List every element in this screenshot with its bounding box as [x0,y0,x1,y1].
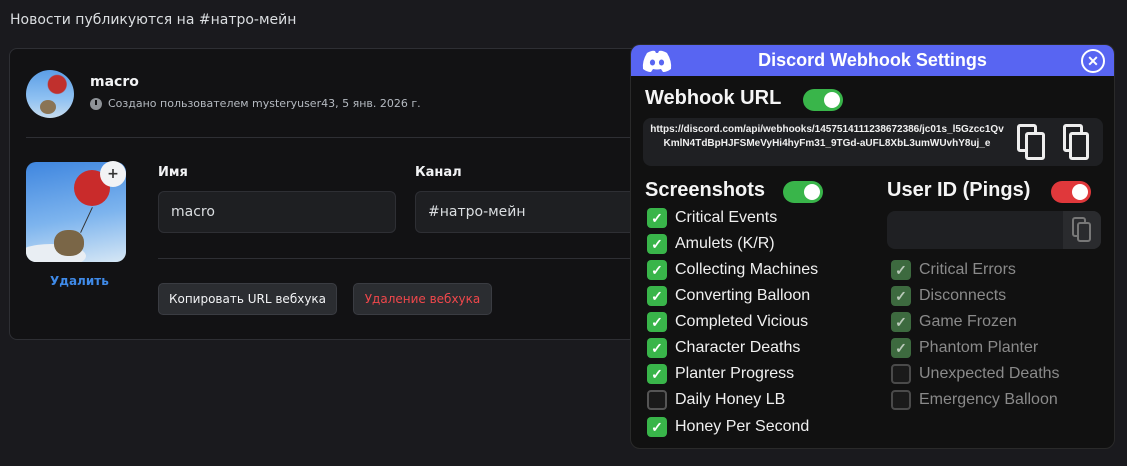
delete-webhook-button[interactable]: Удаление вебхука [353,283,492,315]
checkbox[interactable]: ✓ [891,260,911,280]
copy-webhook-url-button[interactable]: Копировать URL вебхука [158,283,337,315]
channel-select-value: #натро-мейн [428,204,526,220]
option-label: Game Frozen [919,313,1017,330]
webhook-avatar [26,70,74,118]
checkbox[interactable]: ✓ [891,286,911,306]
option-label: Planter Progress [675,365,795,382]
option-label: Honey Per Second [675,418,810,435]
user-id-toggle[interactable] [1051,181,1091,203]
user-id-input[interactable] [887,211,1101,249]
option-label: Critical Events [675,209,778,226]
screenshot-option[interactable]: ✓ Character Deaths [647,338,800,358]
screenshots-heading: Screenshots [645,179,766,201]
discord-icon [642,50,672,72]
screenshot-option[interactable]: ✓ Amulets (K/R) [647,234,775,254]
name-input[interactable]: macro [158,191,396,233]
ping-option[interactable]: ✓ Critical Errors [891,260,1016,280]
paste-icon[interactable] [1061,124,1095,162]
webhook-url-box: https://discord.com/api/webhooks/1457514… [643,118,1103,166]
name-label: Имя [158,165,188,180]
checkbox[interactable]: ✓ [891,312,911,332]
checkbox[interactable]: ✓ [647,417,667,437]
paste-icon [1072,217,1094,243]
webhook-card: macro Создано пользователем mysteryuser4… [9,48,699,340]
option-label: Collecting Machines [675,261,819,278]
option-label: Emergency Balloon [919,391,1058,408]
channel-label: Канал [415,165,462,180]
name-input-value: macro [171,204,215,220]
channel-select[interactable]: #натро-мейн [415,191,645,233]
webhook-name: macro [90,74,139,90]
close-icon[interactable]: ✕ [1081,49,1105,73]
checkbox[interactable]: ✓ [891,338,911,358]
checkbox[interactable]: ✓ [647,208,667,228]
option-label: Critical Errors [919,261,1016,278]
checkbox[interactable]: ✓ [647,286,667,306]
option-label: Amulets (K/R) [675,235,775,252]
panel-title: Discord Webhook Settings [758,50,987,70]
copy-icon[interactable] [1017,124,1051,162]
webhook-url-toggle[interactable] [803,89,843,111]
discord-webhook-settings-panel: Discord Webhook Settings ✕ Webhook URL h… [630,44,1115,449]
screenshot-option[interactable]: ✓ Critical Events [647,208,777,228]
checkbox[interactable]: ✓ [647,312,667,332]
option-label: Daily Honey LB [675,391,786,408]
ping-option[interactable]: ✓ Game Frozen [891,312,1017,332]
checkbox[interactable]: ✓ [647,234,667,254]
option-label: Converting Balloon [675,287,811,304]
divider [26,137,682,138]
delete-avatar-link[interactable]: Удалить [50,274,109,288]
checkbox[interactable]: ✓ [647,338,667,358]
news-notice: Новости публикуются на #натро-мейн [10,12,297,28]
checkbox[interactable] [647,390,667,410]
checkbox[interactable]: ✓ [647,260,667,280]
ping-option[interactable]: Emergency Balloon [891,390,1058,410]
screenshot-option[interactable]: ✓ Converting Balloon [647,286,810,306]
screenshots-toggle[interactable] [783,181,823,203]
checkbox[interactable] [891,364,911,384]
panel-header: Discord Webhook Settings ✕ [631,45,1114,76]
screenshot-option[interactable]: Daily Honey LB [647,390,785,410]
add-image-icon[interactable]: + [100,161,126,187]
webhook-url-heading: Webhook URL [645,87,782,109]
created-meta: Создано пользователем mysteryuser43, 5 я… [90,97,421,110]
screenshot-option[interactable]: ✓ Planter Progress [647,364,794,384]
screenshot-option[interactable]: ✓ Collecting Machines [647,260,818,280]
divider [158,258,682,259]
checkbox[interactable]: ✓ [647,364,667,384]
option-label: Completed Vicious [675,313,809,330]
screenshot-option[interactable]: ✓ Honey Per Second [647,417,809,437]
webhook-url-value: https://discord.com/api/webhooks/1457514… [650,124,1004,149]
option-label: Phantom Planter [919,339,1039,356]
option-label: Unexpected Deaths [919,365,1060,382]
user-id-paste-button[interactable] [1063,211,1101,249]
ping-option[interactable]: Unexpected Deaths [891,364,1060,384]
checkbox[interactable] [891,390,911,410]
option-label: Character Deaths [675,339,801,356]
ping-option[interactable]: ✓ Phantom Planter [891,338,1038,358]
screenshot-option[interactable]: ✓ Completed Vicious [647,312,808,332]
created-text: Создано пользователем mysteryuser43, 5 я… [108,97,421,110]
ping-option[interactable]: ✓ Disconnects [891,286,1006,306]
option-label: Disconnects [919,287,1007,304]
clock-icon [90,97,102,110]
user-id-heading: User ID (Pings) [887,179,1031,201]
